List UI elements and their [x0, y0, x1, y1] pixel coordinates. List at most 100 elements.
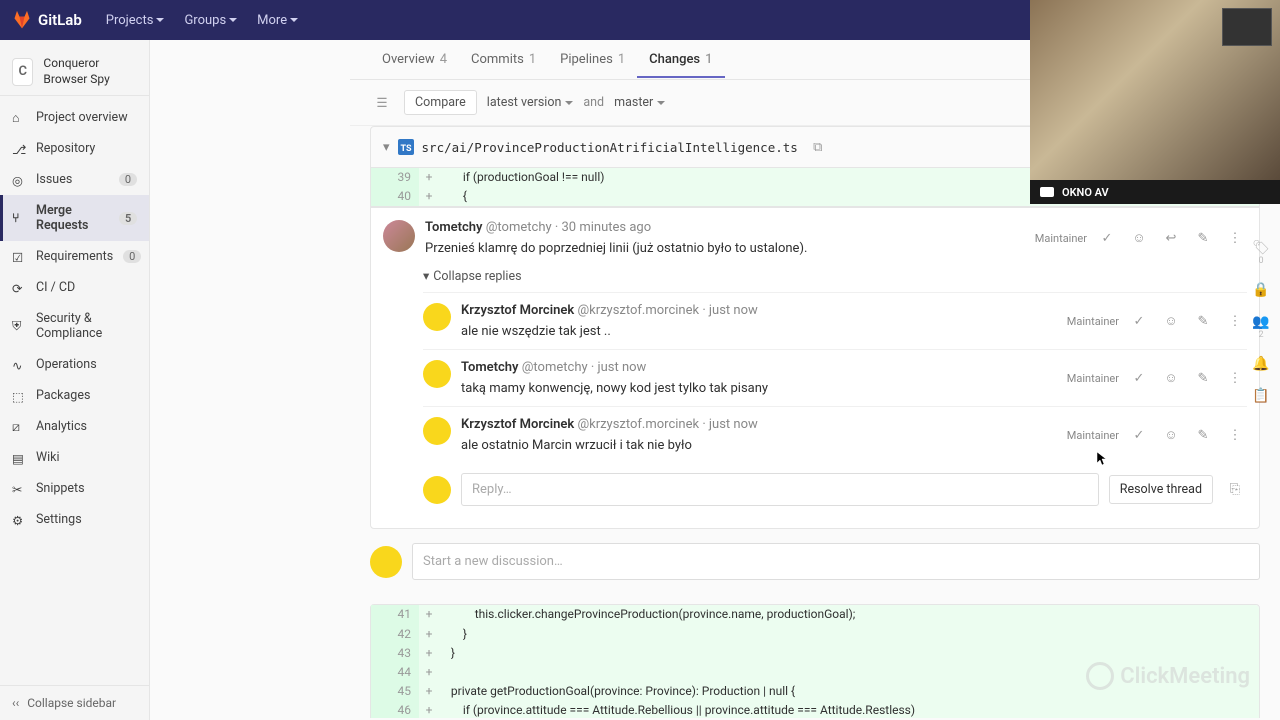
- nav-projects[interactable]: Projects: [98, 7, 173, 34]
- sidebar-item-issues[interactable]: ◎Issues0: [0, 164, 149, 195]
- tab-changes[interactable]: Changes1: [637, 41, 724, 78]
- nav-menu: Projects Groups More: [98, 7, 306, 34]
- side-icon: ⎇: [12, 142, 26, 156]
- video-main-feed: [1030, 0, 1280, 180]
- side-icon: ⛨: [12, 319, 26, 333]
- tab-overview[interactable]: Overview4: [370, 41, 459, 78]
- discussion-thread: Tometchy @tometchy · 30 minutes ago Prze…: [370, 207, 1260, 529]
- edit-icon[interactable]: ✎: [1191, 366, 1215, 390]
- video-label: OKNO AV: [1062, 186, 1109, 199]
- emoji-icon[interactable]: ☺: [1159, 309, 1183, 333]
- collapse-sidebar[interactable]: ‹‹ Collapse sidebar: [0, 685, 149, 720]
- avatar[interactable]: [423, 360, 451, 388]
- clickmeeting-watermark: ClickMeeting: [1086, 662, 1250, 690]
- emoji-icon[interactable]: ☺: [1159, 423, 1183, 447]
- sidebar: C Conqueror Browser Spy ⌂ Project overvie…: [0, 40, 150, 720]
- right-rail: 🏷0 🔒 👥2 🔔 📋: [1242, 240, 1280, 404]
- sidebar-item-label: CI / CD: [36, 280, 75, 295]
- tag-icon[interactable]: 🏷0: [1252, 240, 1270, 266]
- version-dropdown[interactable]: latest version: [487, 95, 574, 110]
- role-badge: Maintainer: [1035, 232, 1087, 245]
- project-header[interactable]: C Conqueror Browser Spy: [0, 48, 149, 96]
- sidebar-item-repository[interactable]: ⎇Repository: [0, 133, 149, 164]
- reply: Krzysztof Morcinek @krzysztof.morcinek ·…: [423, 406, 1247, 463]
- sidebar-item-project-overview[interactable]: ⌂ Project overview: [0, 102, 149, 133]
- sidebar-item-label: Requirements: [36, 249, 113, 264]
- sidebar-item-analytics[interactable]: ⧄Analytics: [0, 411, 149, 442]
- sidebar-item-label: Packages: [36, 388, 90, 403]
- side-icon: ∿: [12, 358, 26, 372]
- resolve-check-icon[interactable]: ✓: [1095, 226, 1119, 250]
- tab-pipelines[interactable]: Pipelines1: [548, 41, 637, 78]
- sidebar-item-merge-requests[interactable]: ⑂Merge Requests5: [0, 195, 149, 241]
- emoji-icon[interactable]: ☺: [1127, 226, 1151, 250]
- ts-file-icon: TS: [398, 139, 414, 155]
- side-icon: ◎: [12, 173, 26, 187]
- file-path[interactable]: src/ai/ProvinceProductionAtrificialIntel…: [422, 140, 798, 155]
- sidebar-item-packages[interactable]: ⬚Packages: [0, 380, 149, 411]
- video-label-bar: OKNO AV: [1030, 180, 1280, 204]
- collapse-replies[interactable]: ▾ Collapse replies: [423, 268, 1247, 284]
- emoji-icon[interactable]: ☺: [1159, 366, 1183, 390]
- file-collapse-icon[interactable]: ▾: [383, 140, 390, 155]
- tab-commits[interactable]: Commits1: [459, 41, 548, 78]
- comment-text: Przenieś klamrę do poprzedniej linii (ju…: [425, 241, 1025, 256]
- sidebar-item-label: Project overview: [36, 110, 128, 125]
- avatar: [423, 476, 451, 504]
- avatar[interactable]: [383, 220, 415, 252]
- sidebar-item-wiki[interactable]: ▤ Wiki: [0, 442, 149, 473]
- resolve-check-icon[interactable]: ✓: [1127, 309, 1151, 333]
- and-label: and: [583, 95, 604, 110]
- edit-icon[interactable]: ✎: [1191, 423, 1215, 447]
- sidebar-item-settings[interactable]: ⚙Settings: [0, 504, 149, 535]
- sidebar-item-snippets[interactable]: ✂Snippets: [0, 473, 149, 504]
- camera-icon: [1040, 187, 1054, 197]
- reply-icon[interactable]: ↩: [1159, 226, 1183, 250]
- sidebar-item-label: Wiki: [36, 450, 60, 465]
- sidebar-badge: 0: [119, 173, 137, 186]
- branch-dropdown[interactable]: master: [614, 95, 665, 110]
- reply-input[interactable]: Reply…: [461, 473, 1099, 506]
- avatar[interactable]: [423, 303, 451, 331]
- compare-button[interactable]: Compare: [404, 90, 477, 115]
- side-icon: ⌂: [12, 111, 26, 125]
- reply: Krzysztof Morcinek @krzysztof.morcinek ·…: [423, 292, 1247, 349]
- thread-menu-icon[interactable]: ⎘: [1223, 478, 1247, 502]
- clipboard-icon[interactable]: 📋: [1252, 388, 1269, 404]
- resolve-check-icon[interactable]: ✓: [1127, 423, 1151, 447]
- clickmeeting-icon: [1086, 662, 1114, 690]
- lock-icon[interactable]: 🔒: [1252, 282, 1269, 298]
- side-icon: ▤: [12, 451, 26, 465]
- edit-icon[interactable]: ✎: [1191, 309, 1215, 333]
- author-handle[interactable]: @tometchy: [486, 220, 552, 235]
- sidebar-item-operations[interactable]: ∿ Operations: [0, 349, 149, 380]
- sidebar-item-label: Operations: [36, 357, 97, 372]
- gitlab-icon: [12, 10, 32, 30]
- users-icon[interactable]: 👥2: [1252, 314, 1269, 340]
- video-pip-feed: [1222, 8, 1272, 46]
- project-avatar: C: [12, 58, 33, 86]
- timestamp: · 30 minutes ago: [555, 220, 651, 235]
- resolve-thread-button[interactable]: Resolve thread: [1109, 475, 1213, 504]
- resolve-check-icon[interactable]: ✓: [1127, 366, 1151, 390]
- diff-content: ▾ TS src/ai/ProvinceProductionAtrificial…: [350, 126, 1280, 718]
- tree-toggle-icon[interactable]: ☰: [370, 91, 394, 115]
- nav-more[interactable]: More: [249, 7, 306, 34]
- sidebar-item-ci-cd[interactable]: ⟳CI / CD: [0, 272, 149, 303]
- more-icon[interactable]: ⋮: [1223, 423, 1247, 447]
- side-icon: ⑂: [12, 211, 26, 225]
- sidebar-item-label: Analytics: [36, 419, 87, 434]
- edit-icon[interactable]: ✎: [1191, 226, 1215, 250]
- sidebar-item-security-compliance[interactable]: ⛨ Security & Compliance: [0, 303, 149, 349]
- nav-groups[interactable]: Groups: [176, 7, 245, 34]
- new-discussion-input[interactable]: Start a new discussion…: [412, 543, 1260, 580]
- project-name: Conqueror Browser Spy: [43, 56, 137, 87]
- avatar[interactable]: [423, 417, 451, 445]
- chevron-left-icon: ‹‹: [12, 696, 19, 710]
- sidebar-item-requirements[interactable]: ☑Requirements0: [0, 241, 149, 272]
- gitlab-logo[interactable]: GitLab: [12, 10, 82, 30]
- copy-path-icon[interactable]: ⧉: [806, 135, 830, 159]
- bell-icon[interactable]: 🔔: [1252, 356, 1269, 372]
- sidebar-item-label: Security & Compliance: [36, 311, 137, 341]
- author-name[interactable]: Tometchy: [425, 220, 483, 235]
